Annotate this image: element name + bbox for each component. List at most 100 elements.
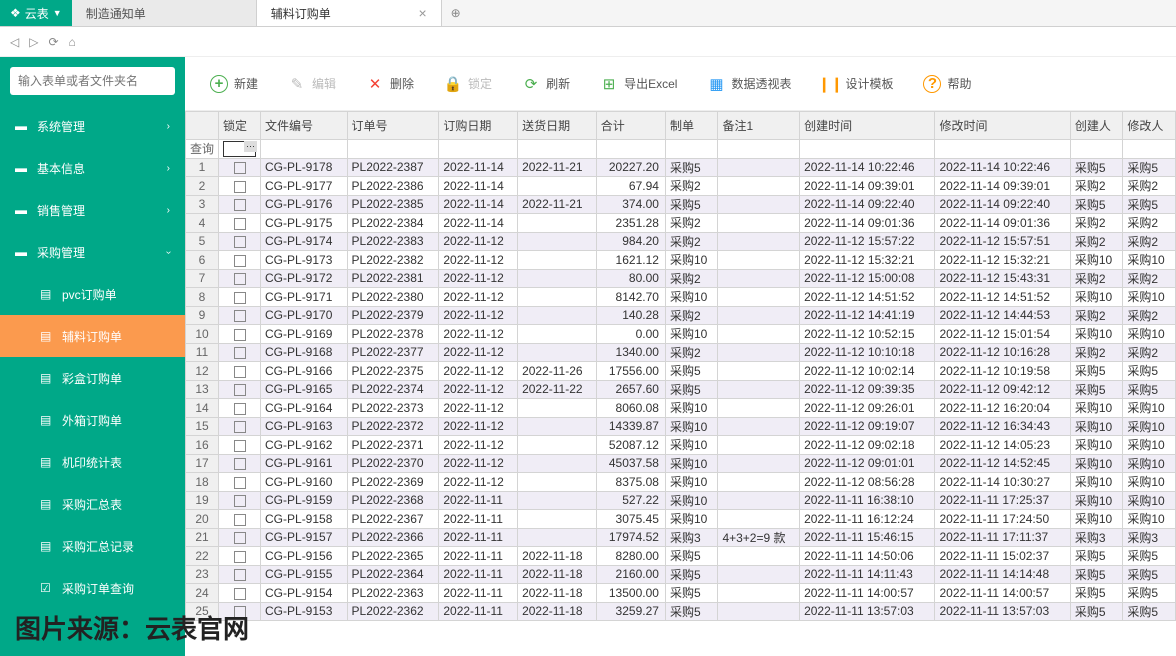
filter-cell[interactable] [439,140,518,159]
lock-checkbox[interactable] [219,232,261,251]
table-row[interactable]: 6CG-PL-9173PL2022-23822022-11-121621.12采… [186,251,1176,270]
nav-forward-button[interactable]: ▷ [29,35,38,49]
lock-checkbox[interactable] [219,380,261,399]
lock-button[interactable]: 🔒锁定 [444,75,492,93]
menu-item-2[interactable]: ▬销售管理› [0,189,185,231]
table-row[interactable]: 1CG-PL-9178PL2022-23872022-11-142022-11-… [186,158,1176,177]
lock-checkbox[interactable] [219,251,261,270]
menu-item-10[interactable]: ▤采购汇总记录 [0,525,185,567]
table-row[interactable]: 10CG-PL-9169PL2022-23782022-11-120.00采购1… [186,325,1176,344]
menu-item-4[interactable]: ▤pvc订购单 [0,273,185,315]
menu-item-8[interactable]: ▤机印统计表 [0,441,185,483]
filter-picker-icon[interactable]: ⋯ [244,141,257,152]
table-row[interactable]: 3CG-PL-9176PL2022-23852022-11-142022-11-… [186,195,1176,214]
filter-cell[interactable] [935,140,1070,159]
column-header[interactable]: 创建人 [1070,112,1123,140]
lock-checkbox[interactable] [219,306,261,325]
help-button[interactable]: ?帮助 [923,75,971,93]
new-button[interactable]: +新建 [210,75,258,93]
column-header[interactable]: 订单号 [347,112,439,140]
design-button[interactable]: ❙❙设计模板 [821,75,893,93]
table-row[interactable]: 21CG-PL-9157PL2022-23662022-11-1117974.5… [186,528,1176,547]
refresh-button[interactable]: ⟳刷新 [522,75,570,93]
menu-item-0[interactable]: ▬系统管理› [0,105,185,147]
table-row[interactable]: 12CG-PL-9166PL2022-23752022-11-122022-11… [186,362,1176,381]
lock-checkbox[interactable] [219,158,261,177]
lock-checkbox[interactable] [219,602,261,621]
lock-checkbox[interactable] [219,177,261,196]
menu-item-7[interactable]: ▤外箱订购单 [0,399,185,441]
close-icon[interactable]: × [419,5,427,21]
add-tab-button[interactable]: ⊕ [442,0,470,26]
filter-cell[interactable] [1123,140,1176,159]
table-row[interactable]: 15CG-PL-9163PL2022-23722022-11-1214339.8… [186,417,1176,436]
app-logo[interactable]: ❖ 云表 ▼ [0,0,72,26]
delete-button[interactable]: ✕删除 [366,75,414,93]
lock-checkbox[interactable] [219,584,261,603]
column-header[interactable]: 订购日期 [439,112,518,140]
filter-cell[interactable] [800,140,935,159]
tab-0[interactable]: 制造通知单 [72,0,257,26]
column-header[interactable]: 送货日期 [518,112,597,140]
lock-checkbox[interactable] [219,214,261,233]
table-row[interactable]: 9CG-PL-9170PL2022-23792022-11-12140.28采购… [186,306,1176,325]
table-row[interactable]: 14CG-PL-9164PL2022-23732022-11-128060.08… [186,399,1176,418]
table-row[interactable]: 16CG-PL-9162PL2022-23712022-11-1252087.1… [186,436,1176,455]
table-row[interactable]: 4CG-PL-9175PL2022-23842022-11-142351.28采… [186,214,1176,233]
column-header[interactable]: 修改时间 [935,112,1070,140]
filter-cell[interactable] [261,140,348,159]
column-header[interactable]: 文件编号 [261,112,348,140]
lock-checkbox[interactable] [219,325,261,344]
table-row[interactable]: 17CG-PL-9161PL2022-23702022-11-1245037.5… [186,454,1176,473]
lock-checkbox[interactable] [219,436,261,455]
filter-cell[interactable] [665,140,718,159]
lock-checkbox[interactable] [219,473,261,492]
table-row[interactable]: 24CG-PL-9154PL2022-23632022-11-112022-11… [186,584,1176,603]
menu-item-1[interactable]: ▬基本信息› [0,147,185,189]
lock-checkbox[interactable] [219,547,261,566]
lock-checkbox[interactable] [219,528,261,547]
column-header[interactable] [186,112,219,140]
table-row[interactable]: 5CG-PL-9174PL2022-23832022-11-12984.20采购… [186,232,1176,251]
table-row[interactable]: 13CG-PL-9165PL2022-23742022-11-122022-11… [186,380,1176,399]
lock-checkbox[interactable] [219,491,261,510]
nav-back-button[interactable]: ◁ [10,35,19,49]
search-input[interactable] [10,67,175,95]
table-row[interactable]: 7CG-PL-9172PL2022-23812022-11-1280.00采购2… [186,269,1176,288]
filter-cell[interactable] [518,140,597,159]
lock-checkbox[interactable] [219,343,261,362]
lock-checkbox[interactable] [219,454,261,473]
lock-checkbox[interactable] [219,399,261,418]
nav-refresh-button[interactable]: ⟳ [48,35,58,49]
filter-cell[interactable] [596,140,665,159]
menu-item-11[interactable]: ☑采购订单查询 [0,567,185,609]
lock-checkbox[interactable] [219,510,261,529]
column-header[interactable]: 锁定 [219,112,261,140]
column-header[interactable]: 备注1 [718,112,800,140]
column-header[interactable]: 合计 [596,112,665,140]
table-row[interactable]: 18CG-PL-9160PL2022-23692022-11-128375.08… [186,473,1176,492]
table-row[interactable]: 2CG-PL-9177PL2022-23862022-11-1467.94采购2… [186,177,1176,196]
lock-checkbox[interactable] [219,269,261,288]
filter-cell[interactable] [718,140,800,159]
menu-item-6[interactable]: ▤彩盒订购单 [0,357,185,399]
column-header[interactable]: 制单 [665,112,718,140]
pivot-button[interactable]: ▦数据透视表 [707,75,791,93]
nav-home-button[interactable]: ⌂ [69,35,76,49]
table-row[interactable]: 22CG-PL-9156PL2022-23652022-11-112022-11… [186,547,1176,566]
column-header[interactable]: 修改人 [1123,112,1176,140]
lock-checkbox[interactable] [219,417,261,436]
menu-item-3[interactable]: ▬采购管理› [0,231,185,273]
table-row[interactable]: 8CG-PL-9171PL2022-23802022-11-128142.70采… [186,288,1176,307]
table-row[interactable]: 20CG-PL-9158PL2022-23672022-11-113075.45… [186,510,1176,529]
excel-button[interactable]: ⊞导出Excel [600,75,677,93]
menu-item-9[interactable]: ▤采购汇总表 [0,483,185,525]
lock-checkbox[interactable] [219,195,261,214]
lock-checkbox[interactable] [219,362,261,381]
filter-cell[interactable] [347,140,439,159]
table-row[interactable]: 19CG-PL-9159PL2022-23682022-11-11527.22采… [186,491,1176,510]
tab-1[interactable]: 辅料订购单× [257,0,442,26]
menu-item-5[interactable]: ▤辅料订购单 [0,315,185,357]
filter-lock[interactable]: ⋯ [219,140,261,159]
lock-checkbox[interactable] [219,288,261,307]
